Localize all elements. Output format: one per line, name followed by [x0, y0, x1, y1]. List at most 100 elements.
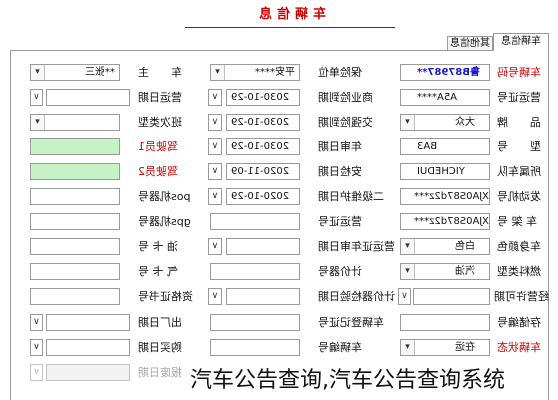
chevron-down-icon[interactable]: ▾: [401, 264, 415, 279]
chevron-down-icon[interactable]: ▾: [31, 115, 45, 130]
chevron-down-icon: ∨: [33, 317, 40, 327]
engine-number-label: 发动机号: [497, 190, 541, 203]
annual-review-date-label: 年审日期: [318, 140, 362, 153]
pos-machine-number-label: pos机器号: [138, 190, 191, 203]
chevron-down-icon: ∨: [211, 166, 219, 176]
annual-review-date-date-input[interactable]: 2030-10-29: [226, 138, 300, 155]
field-value: A5A****: [417, 92, 458, 103]
chevron-down-icon[interactable]: ▾: [401, 115, 415, 130]
chevron-down-icon[interactable]: ▾: [401, 340, 415, 355]
vehicle-owner-label: 车 主: [138, 66, 182, 79]
chevron-down-icon: ∨: [33, 367, 40, 377]
field-value: 2020-11-09: [231, 166, 290, 177]
driver-2-label: 驾驶员2: [138, 165, 178, 178]
operating-cert-review-date-label: 营运证年审日期: [318, 240, 395, 253]
operating-cert-number-input[interactable]: A5A****: [400, 89, 490, 106]
scrap-date-date-input: [46, 364, 130, 381]
secondary-maintenance-date-date-input[interactable]: 2020-10-29: [226, 188, 300, 205]
commercial-insurance-expiry-label: 商业险到期: [318, 91, 373, 104]
gps-machine-number-label: gps机器号: [138, 215, 191, 228]
storage-number-input[interactable]: [400, 314, 490, 331]
scrap-date-date-dropdown-button: ∨: [30, 364, 43, 381]
purchase-date-date-dropdown-button[interactable]: ∨: [30, 339, 43, 356]
fleet-label: 所属车队: [497, 165, 541, 178]
chevron-down-icon: ∨: [211, 141, 219, 151]
factory-date-label: 出厂日期: [138, 316, 182, 329]
page-title: 车辆信息: [254, 7, 327, 22]
tab-other-info[interactable]: 其他信息: [447, 36, 493, 51]
vehicle-serial-number-label: 车辆编号: [318, 341, 362, 354]
registration-cert-number-label: 车辆登记证号: [318, 316, 384, 329]
taximeter-inspection-date-date-dropdown-button[interactable]: ∨: [208, 288, 222, 305]
field-value: XJA0S87d2z***: [414, 216, 489, 227]
tab-vehicle-info[interactable]: 车辆信息: [493, 33, 549, 51]
operating-license-number-input[interactable]: [210, 213, 300, 230]
vehicle-serial-number-input[interactable]: [210, 339, 300, 356]
field-value: 2030-10-29: [231, 117, 290, 128]
commercial-insurance-expiry-date-dropdown-button[interactable]: ∨: [208, 89, 222, 106]
compulsory-insurance-expiry-date-dropdown-button[interactable]: ∨: [208, 114, 222, 131]
driver-1-label: 驾驶员1: [138, 140, 178, 153]
secondary-maintenance-date-date-dropdown-button[interactable]: ∨: [208, 188, 222, 205]
operating-date-date-dropdown-button[interactable]: ∨: [30, 89, 43, 106]
field-value: 在运: [455, 342, 475, 353]
insurance-company-select[interactable]: ▾ 平安****: [210, 64, 300, 81]
field-value: 汽油: [455, 266, 475, 277]
operating-cert-review-date-date-dropdown-button[interactable]: ∨: [208, 238, 222, 255]
chevron-down-icon[interactable]: ▾: [211, 65, 225, 80]
factory-date-date-input[interactable]: [46, 314, 130, 331]
taximeter-inspection-date-label: 计价器检验日期: [318, 290, 395, 303]
registration-cert-number-input[interactable]: [210, 314, 300, 331]
fuel-type-select[interactable]: ▾ 汽油: [400, 263, 490, 280]
operating-date-label: 营运日期: [138, 91, 182, 104]
purchase-date-date-input[interactable]: [46, 339, 130, 356]
operating-license-number-label: 营运证号: [318, 215, 362, 228]
plate-number-label: 车辆号码: [497, 66, 541, 79]
vehicle-status-select[interactable]: ▾ 在运: [400, 339, 490, 356]
chevron-down-icon: ∨: [211, 191, 219, 201]
body-color-select[interactable]: ▾ 白色: [400, 238, 490, 255]
operating-date-date-input[interactable]: [46, 89, 130, 106]
gps-machine-number-input[interactable]: [30, 213, 120, 230]
operating-cert-review-date-date-input[interactable]: [226, 238, 300, 255]
safety-inspection-date-date-input[interactable]: 2020-11-09: [226, 163, 300, 180]
fuel-card-number-label: 油 卡 号: [138, 240, 178, 253]
chevron-down-icon: ∨: [211, 117, 219, 127]
chevron-down-icon[interactable]: ▾: [31, 65, 45, 80]
taximeter-inspection-date-date-input[interactable]: [226, 288, 300, 305]
factory-date-date-dropdown-button[interactable]: ∨: [30, 314, 43, 331]
compulsory-insurance-expiry-date-input[interactable]: 2030-10-29: [226, 114, 300, 131]
vin-input[interactable]: XJA0S87d2z***: [400, 213, 490, 230]
engine-number-input[interactable]: XJA0S87d2z***: [400, 188, 490, 205]
taximeter-number-input[interactable]: [210, 263, 300, 280]
model-input[interactable]: BA3: [400, 138, 490, 155]
vehicle-info-form: 车辆信息 车辆信息 其他信息 车辆号码 鲁B87987** 保险单位 ▾ 平安**** 车…: [0, 0, 558, 400]
model-label: 型 号: [497, 140, 541, 153]
driver-2-input[interactable]: [30, 163, 120, 180]
fleet-input[interactable]: YICHEDUI: [400, 163, 490, 180]
brand-label: 品 牌: [497, 116, 541, 129]
driver-1-input[interactable]: [30, 138, 120, 155]
annual-review-date-date-dropdown-button[interactable]: ∨: [208, 138, 222, 155]
title-underline: [185, 27, 395, 28]
chevron-down-icon[interactable]: ▾: [401, 239, 415, 254]
plate-number-input[interactable]: 鲁B87987**: [400, 64, 490, 81]
qualification-cert-number-input[interactable]: [30, 288, 120, 305]
purchase-date-label: 购买日期: [138, 341, 182, 354]
business-permit-date-date-input[interactable]: [413, 288, 490, 305]
field-value: 2030-10-29: [231, 92, 290, 103]
commercial-insurance-expiry-date-input[interactable]: 2030-10-29: [226, 89, 300, 106]
shift-type-select[interactable]: ▾: [30, 114, 120, 131]
watermark-text: 汽车公告查询,汽车公告查询系统: [190, 368, 505, 393]
pos-machine-number-input[interactable]: [30, 188, 120, 205]
safety-inspection-date-date-dropdown-button[interactable]: ∨: [208, 163, 222, 180]
qualification-cert-number-label: 资格证书号: [138, 290, 193, 303]
compulsory-insurance-expiry-label: 交强险到期: [318, 116, 373, 129]
fuel-card-number-input[interactable]: [30, 238, 120, 255]
vehicle-info-window: 车辆信息 车辆信息 其他信息 车辆号码 鲁B87987** 保险单位 ▾ 平安**** 车…: [0, 0, 558, 400]
gas-card-number-input[interactable]: [30, 263, 120, 280]
fuel-type-label: 燃料类型: [497, 265, 541, 278]
vehicle-owner-select[interactable]: ▾ **张三: [30, 64, 120, 81]
brand-select[interactable]: ▾ 大众: [400, 114, 490, 131]
insurance-company-label: 保险单位: [318, 66, 362, 79]
